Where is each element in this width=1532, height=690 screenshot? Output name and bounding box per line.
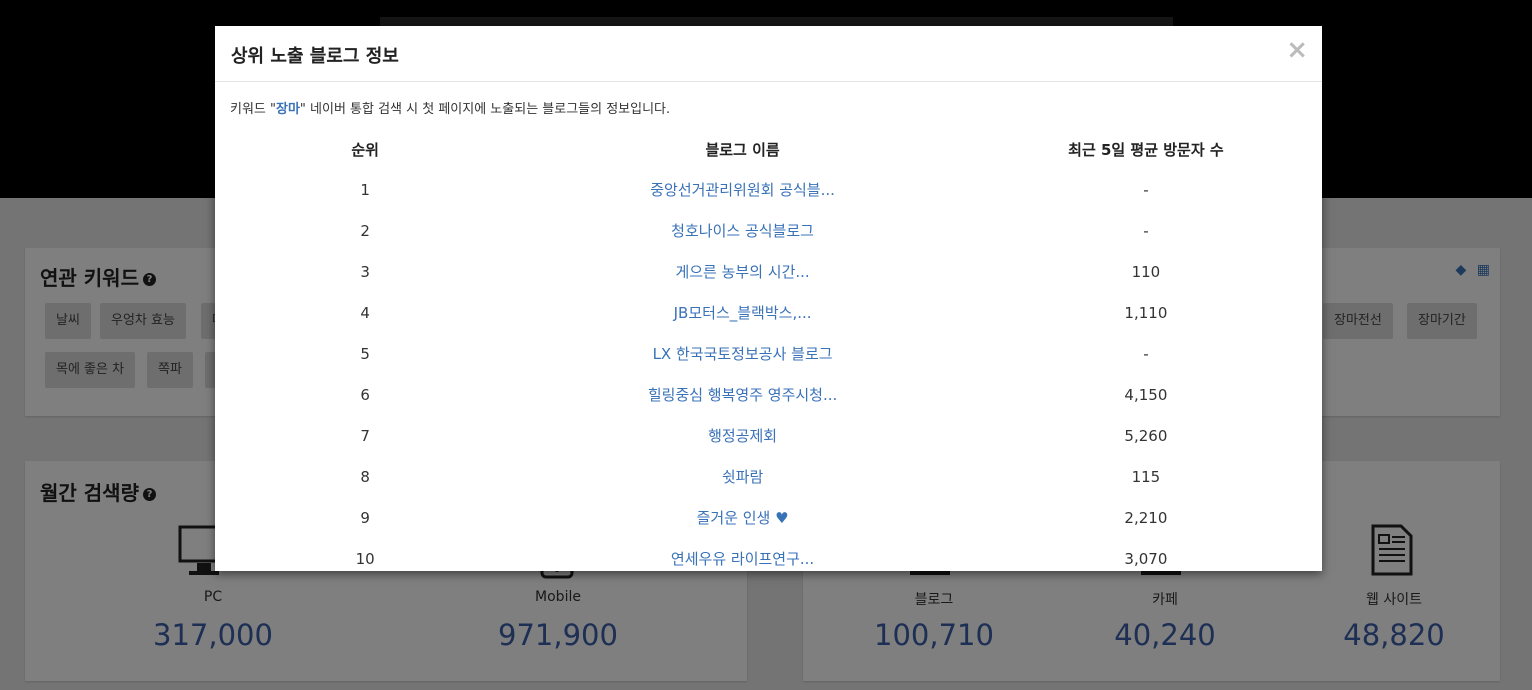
rank-column-header: 순위 xyxy=(351,140,379,159)
table-row: 4 JB모터스_블랙박스,... 1,110 xyxy=(215,292,1322,333)
rank-cell: 8 xyxy=(360,467,370,486)
table-row: 8 쉿파람 115 xyxy=(215,456,1322,497)
table-row: 7 행정공제회 5,260 xyxy=(215,415,1322,456)
blog-name-cell: 게으른 농부의 시간... xyxy=(515,251,969,292)
visitors-cell: 2,210 xyxy=(1124,508,1168,527)
visitors-cell: 110 xyxy=(1131,262,1161,281)
rank-cell: 7 xyxy=(360,426,370,445)
keyword-highlight: 장마 xyxy=(276,102,300,117)
blog-name-link[interactable]: 청호나이스 공식블로그 xyxy=(671,222,814,240)
table-row: 6 힐링중심 행복영주 영주시청... 4,150 xyxy=(215,374,1322,415)
visitors-cell: - xyxy=(1143,180,1149,199)
modal-header: 상위 노출 블로그 정보 × xyxy=(215,26,1322,82)
rank-cell: 1 xyxy=(360,180,370,199)
blog-name-link[interactable]: 쉿파람 xyxy=(722,468,763,486)
visitors-column-header: 최근 5일 평균 방문자 수 xyxy=(1068,140,1224,159)
blog-name-link[interactable]: JB모터스_블랙박스,... xyxy=(674,304,812,322)
blog-name-column-header: 블로그 이름 xyxy=(705,140,780,159)
blog-name-cell: 즐거운 인생 ♥ xyxy=(515,497,969,538)
visitors-cell: 115 xyxy=(1131,467,1161,486)
visitors-cell: - xyxy=(1143,344,1149,363)
blog-name-cell: JB모터스_블랙박스,... xyxy=(515,292,969,333)
blog-name-link[interactable]: 연세우유 라이프연구... xyxy=(671,550,814,568)
rank-cell: 10 xyxy=(355,549,375,568)
visitors-cell: 3,070 xyxy=(1124,549,1168,568)
rank-cell: 9 xyxy=(360,508,370,527)
rank-cell: 2 xyxy=(360,221,370,240)
visitors-cell: 1,110 xyxy=(1124,303,1168,322)
table-row: 10 연세우유 라이프연구... 3,070 xyxy=(215,538,1322,579)
blog-name-cell: 쉿파람 xyxy=(515,456,969,497)
table-row: 9 즐거운 인생 ♥ 2,210 xyxy=(215,497,1322,538)
blog-name-cell: 행정공제회 xyxy=(515,415,969,456)
blog-name-link[interactable]: 게으른 농부의 시간... xyxy=(675,263,809,281)
modal-description: 키워드 "장마" 네이버 통합 검색 시 첫 페이지에 노출되는 블로그들의 정… xyxy=(230,102,671,117)
blog-name-link[interactable]: LX 한국국토정보공사 블로그 xyxy=(653,345,833,363)
blog-name-cell: 중앙선거관리위원회 공식블... xyxy=(515,169,969,210)
top-blogs-table: 순위 블로그 이름 최근 5일 평균 방문자 수 1 중앙선거관리위원회 공식블.… xyxy=(215,129,1322,579)
blog-name-link[interactable]: 행정공제회 xyxy=(708,427,777,445)
table-header-row: 순위 블로그 이름 최근 5일 평균 방문자 수 xyxy=(215,129,1322,169)
close-button[interactable]: × xyxy=(1286,36,1308,64)
blog-name-cell: LX 한국국토정보공사 블로그 xyxy=(515,333,969,374)
table-row: 3 게으른 농부의 시간... 110 xyxy=(215,251,1322,292)
table-row: 2 청호나이스 공식블로그 - xyxy=(215,210,1322,251)
rank-cell: 4 xyxy=(360,303,370,322)
modal-title: 상위 노출 블로그 정보 xyxy=(231,46,399,67)
blog-name-link[interactable]: 중앙선거관리위원회 공식블... xyxy=(650,181,835,199)
table-body: 1 중앙선거관리위원회 공식블... - 2 청호나이스 공식블로그 - 3 게으른 농부의 … xyxy=(215,169,1322,579)
blog-name-cell: 연세우유 라이프연구... xyxy=(515,538,969,579)
rank-cell: 5 xyxy=(360,344,370,363)
visitors-cell: 4,150 xyxy=(1124,385,1168,404)
blog-name-cell: 힐링중심 행복영주 영주시청... xyxy=(515,374,969,415)
table-row: 1 중앙선거관리위원회 공식블... - xyxy=(215,169,1322,210)
visitors-cell: - xyxy=(1143,221,1149,240)
blog-name-link[interactable]: 힐링중심 행복영주 영주시청... xyxy=(648,386,837,404)
rank-cell: 6 xyxy=(360,385,370,404)
table-row: 5 LX 한국국토정보공사 블로그 - xyxy=(215,333,1322,374)
visitors-cell: 5,260 xyxy=(1124,426,1168,445)
rank-cell: 3 xyxy=(360,262,370,281)
blog-name-cell: 청호나이스 공식블로그 xyxy=(515,210,969,251)
blog-name-link[interactable]: 즐거운 인생 ♥ xyxy=(697,509,789,527)
top-blogs-modal: 상위 노출 블로그 정보 × 키워드 "장마" 네이버 통합 검색 시 첫 페이… xyxy=(215,26,1322,571)
